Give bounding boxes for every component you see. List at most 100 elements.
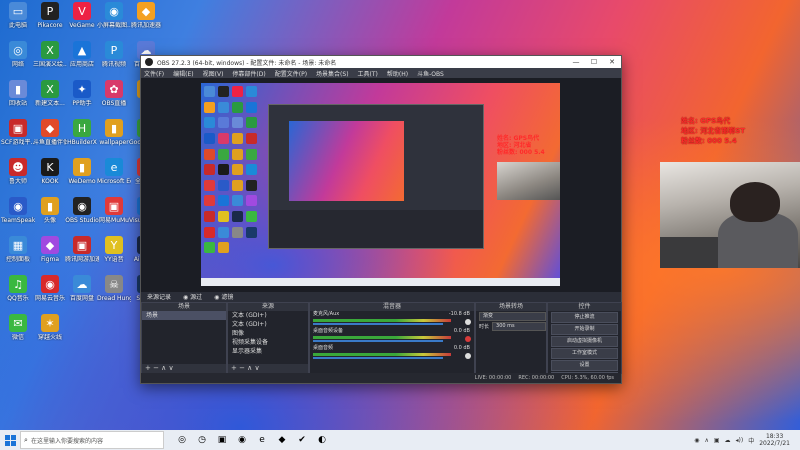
maximize-button[interactable]: ☐	[585, 58, 603, 66]
desktop-icon[interactable]: K KOOK	[33, 158, 67, 185]
desktop-icon[interactable]: ▲ 应用商店	[65, 41, 99, 68]
close-button[interactable]: ✕	[603, 58, 621, 66]
source-item[interactable]: 视频采集设备	[228, 338, 308, 347]
dock-tab[interactable]: ◉ 源过	[177, 292, 208, 301]
desktop-icon[interactable]: ✉ 微信	[1, 314, 35, 341]
desktop-icon[interactable]: P Pikacore	[33, 2, 67, 29]
preview-desktop-icons	[204, 86, 260, 256]
clock[interactable]: 18:33 2022/7/21	[759, 433, 790, 447]
dock-tab[interactable]: ◉ 滤镜	[208, 292, 239, 301]
desktop-icon[interactable]: ▮ 头像	[33, 197, 67, 224]
desktop-icon[interactable]: ▣ SCF游戏平...	[1, 119, 35, 146]
speaker-icon[interactable]	[465, 353, 471, 359]
desktop-icon[interactable]: V VeGame	[65, 2, 99, 29]
desktop-icon[interactable]: ▭ 此电脑	[1, 2, 35, 29]
desktop-icon[interactable]: ▮ wallpaper	[97, 119, 131, 146]
studio-mode-button[interactable]: 工作室模式	[551, 348, 618, 359]
menu-file[interactable]: 文件(F)	[144, 69, 164, 78]
desktop-icon[interactable]: ◉ 网易云音乐	[33, 275, 67, 302]
speaker-icon[interactable]	[465, 319, 471, 325]
duration-input[interactable]: 300 ms	[492, 321, 546, 331]
desktop-icon[interactable]: P 腾讯视频	[97, 41, 131, 68]
input-method-icon[interactable]: 中	[748, 436, 754, 445]
desktop-icon[interactable]: ☻ 鲁大师	[1, 158, 35, 185]
desktop-icon[interactable]: ✦ PP助手	[65, 80, 99, 107]
volume-icon[interactable]: ◂))	[736, 437, 744, 444]
menu-help[interactable]: 帮助(H)	[387, 69, 408, 78]
desktop-icon[interactable]: ◉ OBS Studio	[65, 197, 99, 224]
desktop-icon[interactable]: ✿ OBS直播	[97, 80, 131, 107]
menu-tools[interactable]: 工具(T)	[358, 69, 378, 78]
desktop-icon[interactable]: ☠ Dread Hunger	[97, 275, 131, 302]
desktop-icon[interactable]: ▦ 控制面板	[1, 236, 35, 263]
vscode-icon[interactable]: ◆	[272, 432, 292, 448]
desktop-icon[interactable]: ◆ 斗鱼直播伴侣	[33, 119, 67, 146]
desktop-icon[interactable]: X 新建文本...	[33, 80, 67, 107]
network-icon[interactable]: ☁	[725, 437, 731, 444]
desktop-icon[interactable]: ▣ 网易MuMu	[97, 197, 131, 224]
source-item[interactable]: 文本 (GDI+)	[228, 311, 308, 320]
volume-slider[interactable]	[313, 323, 443, 325]
scene-item[interactable]: 场景	[142, 311, 226, 320]
preview-overlay-line: 粉丝数: 000 5.4	[497, 149, 545, 156]
desktop-icon[interactable]: ☁ 百度网盘	[65, 275, 99, 302]
volume-slider[interactable]	[313, 357, 443, 359]
source-item[interactable]: 显示器采集	[228, 347, 308, 356]
desktop-icon[interactable]: ▮ WeDemo	[65, 158, 99, 185]
volume-slider[interactable]	[313, 340, 443, 342]
preview-app-icon	[232, 195, 243, 207]
obs-titlebar[interactable]: OBS 27.2.3 (64-bit, windows) - 配置文件: 未命名…	[141, 56, 621, 68]
desktop-icon[interactable]: ♫ QQ音乐	[1, 275, 35, 302]
tray-expand-icon[interactable]: ∧	[704, 437, 708, 444]
task-view-icon[interactable]: ◷	[192, 432, 212, 448]
desktop-icon[interactable]: ▮ 回收站	[1, 80, 35, 107]
settings-button[interactable]: 设置	[551, 360, 618, 371]
start-recording-button[interactable]: 开始录制	[551, 324, 618, 335]
mixer-track-name: 桌面音频设备	[313, 328, 344, 334]
app-icon: ▲	[73, 41, 91, 59]
edge-icon[interactable]: e	[252, 432, 272, 448]
preview-app-icon	[232, 148, 243, 160]
transition-type-select[interactable]: 渐变	[479, 311, 546, 321]
desktop-icon[interactable]: H HBuilderX	[65, 119, 99, 146]
minimize-button[interactable]: —	[567, 58, 585, 66]
desktop-icon[interactable]: ◉ TeamSpeak 3	[1, 197, 35, 224]
preview-app-icon	[204, 211, 215, 223]
taskbar-search[interactable]: ⌕ 在这里输入你要搜索的内容	[20, 431, 164, 449]
desktop-icon[interactable]: Y YY语音	[97, 236, 131, 263]
preview-app-icon	[246, 148, 257, 160]
cortana-icon[interactable]: ◎	[172, 432, 192, 448]
stop-streaming-button[interactable]: 停止推流	[551, 312, 618, 323]
start-button[interactable]	[0, 430, 20, 450]
app-icon: ◎	[9, 41, 27, 59]
menu-douyu-obs[interactable]: 斗鱼-OBS	[417, 69, 444, 78]
desktop-icon[interactable]: ◆ 腾讯加速器	[129, 2, 163, 29]
menu-edit[interactable]: 编辑(E)	[173, 69, 193, 78]
file-explorer-icon[interactable]: ▣	[212, 432, 232, 448]
sources-toolbar[interactable]: + − ∧ ∨	[228, 364, 308, 373]
source-item[interactable]: 图像	[228, 329, 308, 338]
preview-canvas[interactable]: 姓名: GPS鸟代 地区: 河北省 粉丝数: 000 5.4	[201, 83, 560, 286]
menu-scene-collection[interactable]: 场景集合(S)	[316, 69, 349, 78]
virtual-camera-button[interactable]: 启动虚拟摄像机	[551, 336, 618, 347]
menu-view[interactable]: 视图(V)	[203, 69, 224, 78]
desktop-icon[interactable]: X 三国演义绘...	[33, 41, 67, 68]
chrome-icon[interactable]: ◉	[232, 432, 252, 448]
desktop-icon[interactable]: ✶ 穿越火线	[33, 314, 67, 341]
tray-app-icon[interactable]: ▣	[714, 437, 720, 444]
desktop-icon[interactable]: ◆ Figma	[33, 236, 67, 263]
menu-profile[interactable]: 配置文件(P)	[275, 69, 307, 78]
desktop-icon[interactable]: ▣ 腾讯网游加速器	[65, 236, 99, 263]
speaker-muted-icon[interactable]	[465, 336, 471, 342]
scenes-toolbar[interactable]: + − ∧ ∨	[142, 364, 226, 373]
obs-taskbar-icon[interactable]: ◐	[312, 432, 332, 448]
app-icon[interactable]: ✔	[292, 432, 312, 448]
source-item[interactable]: 文本 (GDI+)	[228, 320, 308, 329]
desktop-icon[interactable]: ◉ 小屏幕截图...	[97, 2, 131, 29]
dock-tab[interactable]: 来源记录	[141, 292, 177, 301]
preview-app-icon	[204, 86, 215, 97]
desktop-icon[interactable]: ◎ 网络	[1, 41, 35, 68]
tray-app-icon[interactable]: ◉	[694, 437, 699, 444]
desktop-icon[interactable]: e Microsoft Edge	[97, 158, 131, 185]
menu-docks[interactable]: 停靠部件(D)	[232, 69, 265, 78]
